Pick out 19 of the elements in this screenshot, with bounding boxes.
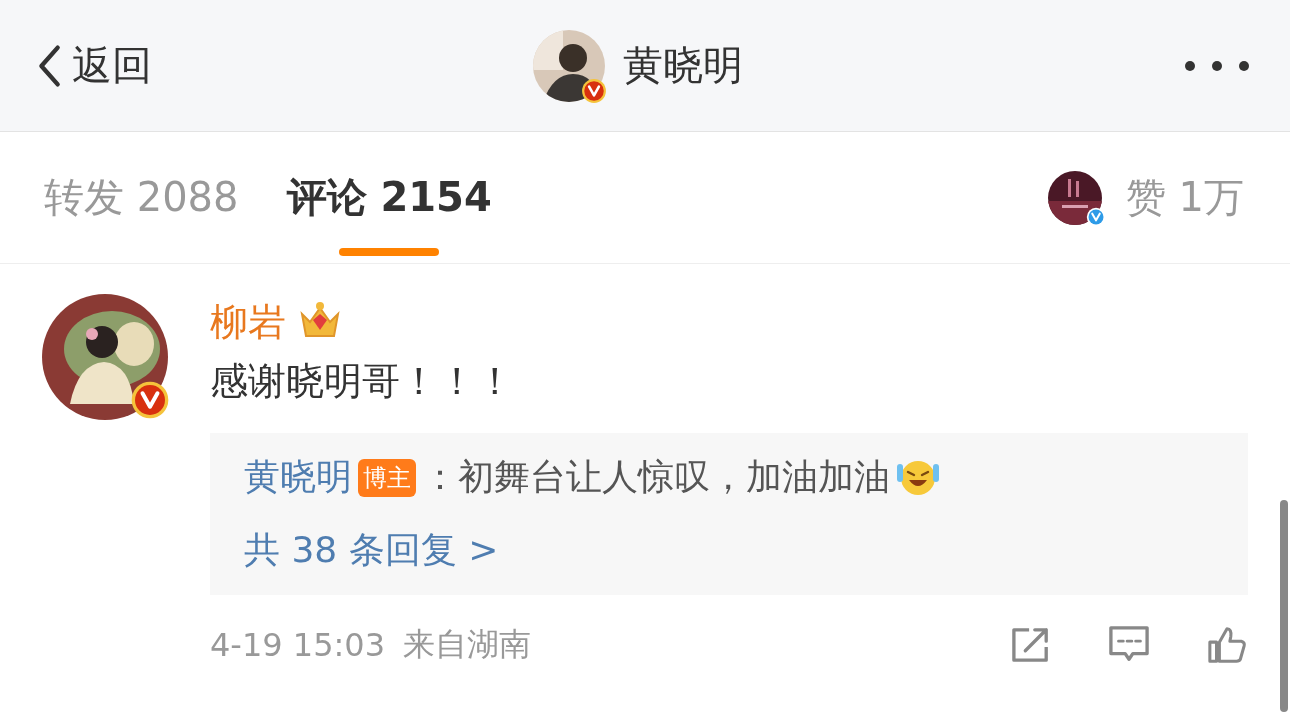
back-button[interactable]: 返回 [36, 38, 152, 93]
commenter-name[interactable]: 柳岩 [210, 296, 286, 348]
comment-time: 4-19 15:03 [210, 626, 385, 664]
reply-author[interactable]: 黄晓明 [244, 453, 352, 502]
tab[interactable]: 评论 2154 [286, 131, 492, 264]
thumbs-up-icon[interactable] [1206, 625, 1248, 665]
verified-badge-icon [581, 77, 607, 104]
comment-location: 来自湖南 [403, 624, 531, 665]
tab[interactable]: 赞 1万 [1125, 131, 1244, 264]
tab[interactable]: 转发 2088 [44, 131, 239, 264]
more-icon[interactable] [1184, 59, 1250, 72]
comment-text: 感谢晓明哥！！！ [210, 358, 515, 405]
reply-text: ：初舞台让人惊叹，加油加油 [422, 455, 890, 499]
verified-badge-icon [1085, 206, 1106, 227]
back-icon [36, 43, 62, 88]
verified-badge-icon [130, 380, 170, 420]
author-badge: 博主 [358, 458, 416, 497]
page-title: 黄晓明 [623, 41, 743, 90]
more-replies-link[interactable]: 共 38 条回复 > [244, 526, 1214, 575]
